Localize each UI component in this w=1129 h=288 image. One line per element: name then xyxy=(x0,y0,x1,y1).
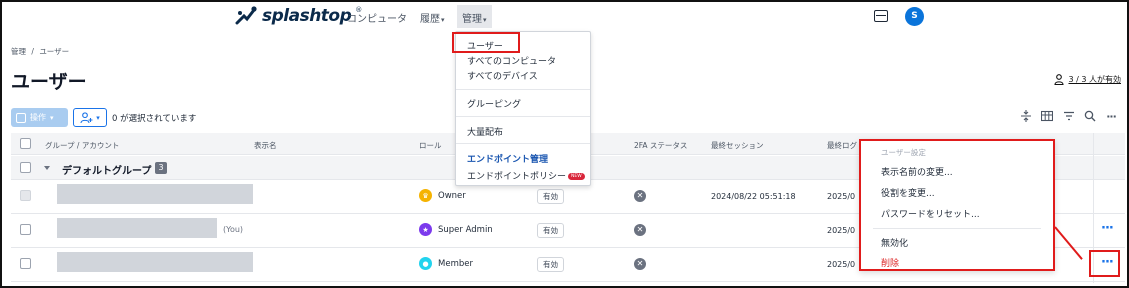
star-icon: ★ xyxy=(419,223,432,236)
context-menu-header: ユーザー設定 xyxy=(881,148,926,157)
group-name: デフォルトグループ xyxy=(62,166,152,177)
menu-item-all-devices[interactable]: すべてのデバイス xyxy=(467,69,538,82)
select-all-checkbox[interactable] xyxy=(20,138,31,149)
checkbox-icon xyxy=(16,112,26,123)
crown-icon: ♛ xyxy=(419,189,432,202)
member-icon: ● xyxy=(419,257,432,270)
add-user-button[interactable]: ▾ xyxy=(73,108,107,127)
row-checkbox[interactable] xyxy=(20,224,31,235)
nav-manage[interactable]: 管理▾ xyxy=(457,5,492,28)
header-2fa-status[interactable]: 2FA ステータス xyxy=(634,140,687,151)
breadcrumb: 管理 / ユーザー xyxy=(11,46,69,57)
group-checkbox[interactable] xyxy=(20,162,31,173)
brand-name: splashtop xyxy=(262,6,352,26)
new-badge: NEW xyxy=(568,173,585,180)
license-count: 3 / 3 人が有効 xyxy=(1068,75,1121,84)
chevron-down-icon: ▾ xyxy=(96,113,100,122)
last-session: 2024/08/22 05:51:18 xyxy=(711,192,796,201)
person-icon xyxy=(1054,74,1065,85)
header-last-login[interactable]: 最終ログ xyxy=(827,140,857,151)
chevron-down-icon: ▾ xyxy=(441,16,445,24)
endpoint-policy-label: エンドポイントポリシー xyxy=(467,172,567,182)
menu-item-change-display-name[interactable]: 表示名前の変更... xyxy=(881,165,953,178)
row-checkbox xyxy=(20,190,31,201)
operation-button[interactable]: 操作 ▾ xyxy=(11,108,68,127)
menu-item-endpoint-policy[interactable]: エンドポイントポリシー NEW xyxy=(467,169,585,182)
chevron-down-icon: ▾ xyxy=(483,16,487,24)
collapse-triangle-icon[interactable] xyxy=(44,166,50,170)
selection-count: 0 が選択されています xyxy=(112,114,197,124)
manage-dropdown-menu: ユーザー すべてのコンピュータ すべてのデバイス グルーピング 大量配布 エンド… xyxy=(455,31,591,186)
nav-history[interactable]: 履歴▾ xyxy=(420,10,445,25)
inbox-icon[interactable] xyxy=(874,10,888,22)
nav-history-label: 履歴 xyxy=(420,14,440,25)
status-badge: 有効 xyxy=(537,257,564,272)
last-login: 2025/0 xyxy=(827,192,856,201)
brand-logo[interactable]: splashtop ® xyxy=(234,5,362,27)
nav-computers[interactable]: コンピュータ xyxy=(347,10,407,25)
menu-item-reset-password[interactable]: パスワードをリセット... xyxy=(881,207,980,220)
you-label: (You) xyxy=(223,225,244,234)
menu-item-disable[interactable]: 無効化 xyxy=(881,236,908,249)
columns-icon[interactable] xyxy=(1040,110,1054,124)
menu-section-endpoint[interactable]: エンドポイント管理 xyxy=(467,152,548,165)
avatar[interactable]: S xyxy=(905,7,924,26)
chevron-down-icon: ▾ xyxy=(50,113,54,122)
menu-item-all-computers[interactable]: すべてのコンピュータ xyxy=(467,54,556,67)
highlight-users-box xyxy=(452,32,520,53)
more-options-icon[interactable]: ··· xyxy=(1104,110,1118,124)
add-user-icon xyxy=(80,111,93,123)
user-settings-context-menu: ユーザー設定 表示名前の変更... 役割を変更... パスワードをリセット...… xyxy=(859,139,1055,271)
breadcrumb-parent[interactable]: 管理 xyxy=(11,47,26,56)
page-title: ユーザー xyxy=(11,71,87,93)
menu-divider xyxy=(456,116,590,117)
redacted-account-name xyxy=(57,218,217,238)
status-badge: 有効 xyxy=(537,189,564,204)
header-group-account[interactable]: グループ / アカウント xyxy=(45,140,119,151)
tfa-disabled-icon: ✕ xyxy=(634,190,646,202)
row-more-button[interactable]: ··· xyxy=(1101,221,1114,236)
row-checkbox[interactable] xyxy=(20,258,31,269)
group-count-badge: 3 xyxy=(155,162,167,174)
menu-item-delete[interactable]: 削除 xyxy=(881,256,899,269)
header-last-session[interactable]: 最終セッション xyxy=(711,140,764,151)
filter-icon[interactable] xyxy=(1062,110,1076,124)
redacted-account-name xyxy=(57,184,253,204)
header-display-name[interactable]: 表示名 xyxy=(254,140,277,151)
tfa-disabled-icon: ✕ xyxy=(634,224,646,236)
role-cell: ● Member xyxy=(419,257,473,270)
role-label: Super Admin xyxy=(438,224,493,235)
search-icon[interactable] xyxy=(1083,110,1097,124)
breadcrumb-current: ユーザー xyxy=(39,47,70,56)
menu-divider xyxy=(456,143,590,144)
tfa-disabled-icon: ✕ xyxy=(634,258,646,270)
last-login: 2025/0 xyxy=(827,226,856,235)
nav-manage-label: 管理 xyxy=(462,14,482,25)
menu-divider xyxy=(873,228,1041,229)
breadcrumb-separator: / xyxy=(31,47,34,56)
role-label: Owner xyxy=(438,190,466,201)
last-login: 2025/0 xyxy=(827,260,856,269)
highlight-more-button-box xyxy=(1089,250,1120,277)
splashtop-logo-icon xyxy=(235,6,257,25)
role-cell: ♛ Owner xyxy=(419,189,466,202)
operation-label: 操作 xyxy=(30,113,46,122)
header-role[interactable]: ロール xyxy=(419,140,442,151)
row-density-icon[interactable] xyxy=(1019,110,1033,124)
menu-item-mass-deploy[interactable]: 大量配布 xyxy=(467,125,503,138)
menu-item-change-role[interactable]: 役割を変更... xyxy=(881,186,935,199)
role-cell: ★ Super Admin xyxy=(419,223,493,236)
menu-item-grouping[interactable]: グルーピング xyxy=(467,97,521,110)
redacted-account-name xyxy=(57,252,253,272)
license-status[interactable]: 3 / 3 人が有効 xyxy=(1054,74,1121,85)
status-badge: 有効 xyxy=(537,223,564,238)
role-label: Member xyxy=(438,258,473,269)
top-navigation: splashtop ® コンピュータ 履歴▾ 管理▾ S xyxy=(2,2,1127,31)
menu-divider xyxy=(456,89,590,90)
